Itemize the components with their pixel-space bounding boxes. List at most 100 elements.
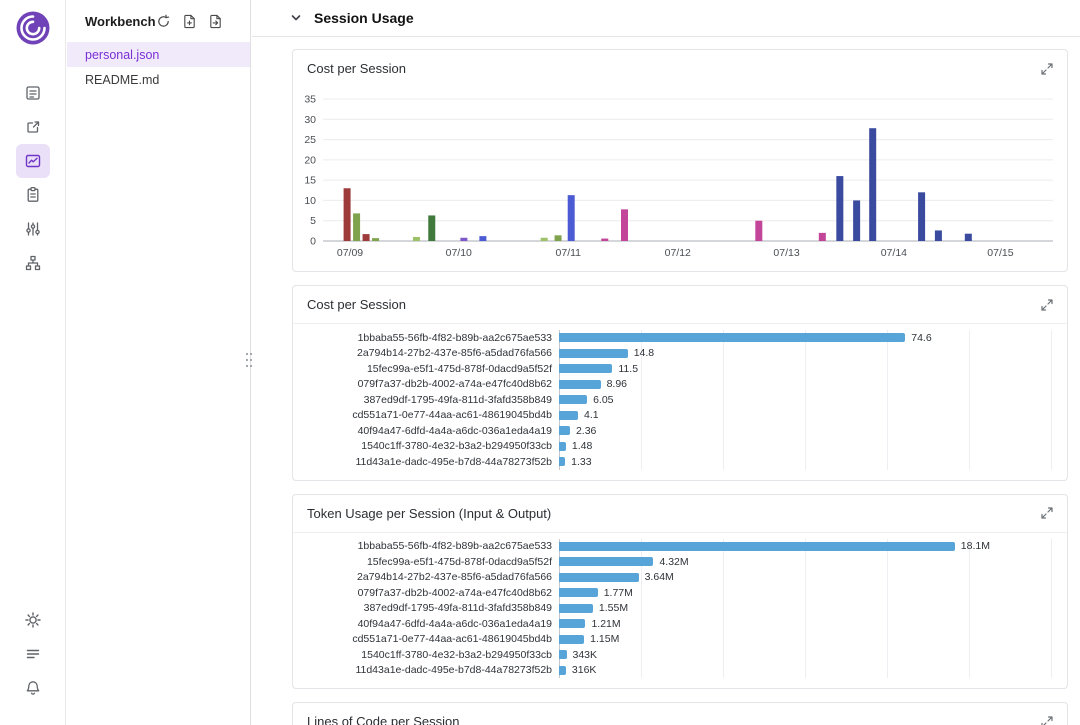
card-header: Cost per Session <box>293 50 1067 87</box>
file-item-readme-md[interactable]: README.md <box>67 67 250 92</box>
card-title: Cost per Session <box>307 297 406 312</box>
chart-row: 11d43a1e-dadc-495e-b7d8-44a78273f52b316K <box>309 663 1051 679</box>
bar <box>559 619 585 628</box>
evaluations-panel-button[interactable] <box>16 178 50 212</box>
bar-chart-canvas: 0510152025303507/0907/1007/1107/1207/130… <box>301 91 1059 263</box>
panel-resize-handle[interactable] <box>245 351 253 369</box>
bar-area: 1.48 <box>559 440 1051 452</box>
bar-value: 14.8 <box>634 347 654 359</box>
app-logo[interactable] <box>15 10 51 46</box>
bar <box>344 188 351 241</box>
new-file-button[interactable] <box>182 14 197 29</box>
bar <box>460 238 467 241</box>
bar <box>363 234 370 241</box>
expand-chart-button[interactable] <box>1041 507 1053 519</box>
expand-chart-button[interactable] <box>1041 63 1053 75</box>
y-tick-label: 25 <box>304 134 316 146</box>
bar-value: 1.15M <box>590 633 619 645</box>
bar-value: 18.1M <box>961 540 990 552</box>
card-title: Lines of Code per Session <box>307 714 459 725</box>
bar <box>621 209 628 241</box>
bar <box>559 457 565 466</box>
chart-row: 387ed9df-1795-49fa-811d-3fafd358b8491.55… <box>309 601 1051 617</box>
chart-row: 387ed9df-1795-49fa-811d-3fafd358b8496.05 <box>309 392 1051 408</box>
session-id-label: 2a794b14-27b2-437e-85f6-a5dad76fa566 <box>309 347 559 359</box>
logs-button[interactable] <box>16 637 50 671</box>
section-title: Session Usage <box>314 10 414 26</box>
expand-icon <box>1041 63 1053 75</box>
clipboard-checklist-icon <box>24 186 42 204</box>
bar <box>559 542 955 551</box>
expand-icon <box>1041 507 1053 519</box>
session-id-label: 079f7a37-db2b-4002-a74a-e47fc40d8b62 <box>309 378 559 390</box>
gridline <box>1051 539 1052 679</box>
bar-value: 11.5 <box>618 363 638 375</box>
section-header: Session Usage <box>252 0 1080 37</box>
chart-row: 079f7a37-db2b-4002-a74a-e47fc40d8b621.77… <box>309 585 1051 601</box>
chevron-down-icon <box>290 12 302 24</box>
explorer-header: Workbench <box>67 0 250 42</box>
chart-cards: Cost per Session 0510152025303507/0907/1… <box>252 37 1080 725</box>
refresh-button[interactable] <box>156 14 171 29</box>
x-tick-label: 07/14 <box>881 247 907 259</box>
x-tick-label: 07/13 <box>773 247 799 259</box>
bar <box>559 604 593 613</box>
bar-value: 6.05 <box>593 394 613 406</box>
chart-card-cost-over-time: Cost per Session 0510152025303507/0907/1… <box>292 49 1068 272</box>
session-id-label: 079f7a37-db2b-4002-a74a-e47fc40d8b62 <box>309 587 559 599</box>
session-id-label: 15fec99a-e5f1-475d-878f-0dacd9a5f52f <box>309 556 559 568</box>
expand-chart-button[interactable] <box>1041 299 1053 311</box>
bar <box>755 221 762 241</box>
session-id-label: 1bbaba55-56fb-4f82-b89b-aa2c675ae533 <box>309 540 559 552</box>
bar-value: 3.64M <box>645 571 674 583</box>
settings-button[interactable] <box>16 603 50 637</box>
bar-area: 8.96 <box>559 378 1051 390</box>
bar <box>372 238 379 241</box>
chart-row: 2a794b14-27b2-437e-85f6-a5dad76fa5663.64… <box>309 570 1051 586</box>
hierarchy-panel-button[interactable] <box>16 246 50 280</box>
bar <box>479 236 486 241</box>
open-file-button[interactable] <box>208 14 223 29</box>
bar <box>559 635 584 644</box>
card-title: Cost per Session <box>307 61 406 76</box>
chart-row: 40f94a47-6dfd-4a4a-a6dc-036a1eda4a191.21… <box>309 616 1051 632</box>
explorer-actions <box>156 14 223 29</box>
expand-chart-button[interactable] <box>1041 716 1053 725</box>
session-id-label: cd551a71-0e77-44aa-ac61-48619045bd4b <box>309 409 559 421</box>
bar-value: 8.96 <box>607 378 627 390</box>
usage-panel-button[interactable] <box>16 144 50 178</box>
bar <box>819 233 826 241</box>
collapse-section-button[interactable] <box>290 12 302 24</box>
settings-sliders-panel-button[interactable] <box>16 212 50 246</box>
bar <box>559 588 598 597</box>
bar-area: 1.33 <box>559 456 1051 468</box>
bar <box>559 395 587 404</box>
bar-area: 4.1 <box>559 409 1051 421</box>
expand-icon <box>1041 299 1053 311</box>
new-file-icon <box>182 14 197 29</box>
bar-value: 1.55M <box>599 602 628 614</box>
file-name: README.md <box>85 73 159 87</box>
bar-area: 343K <box>559 649 1051 661</box>
card-header: Token Usage per Session (Input & Output) <box>293 495 1067 533</box>
bar-area: 3.64M <box>559 571 1051 583</box>
sliders-icon <box>24 220 42 238</box>
bar <box>853 200 860 241</box>
form-panel-button[interactable] <box>16 76 50 110</box>
bar-area: 4.32M <box>559 556 1051 568</box>
bar <box>541 238 548 241</box>
x-tick-label: 07/09 <box>337 247 363 259</box>
chart-row: 079f7a37-db2b-4002-a74a-e47fc40d8b62 8.96 <box>309 377 1051 393</box>
y-tick-label: 5 <box>310 215 316 227</box>
list-lines-icon <box>24 645 42 663</box>
export-panel-button[interactable] <box>16 110 50 144</box>
notifications-button[interactable] <box>16 671 50 705</box>
chart-row: 1540c1ff-3780-4e32-b3a2-b294950f33cb1.48 <box>309 439 1051 455</box>
file-item-personal-json[interactable]: personal.json <box>67 42 250 67</box>
bar <box>559 650 567 659</box>
bar <box>413 237 420 241</box>
bar <box>918 192 925 241</box>
x-tick-label: 07/12 <box>665 247 691 259</box>
session-id-label: 40f94a47-6dfd-4a4a-a6dc-036a1eda4a19 <box>309 618 559 630</box>
x-tick-label: 07/11 <box>556 247 582 259</box>
